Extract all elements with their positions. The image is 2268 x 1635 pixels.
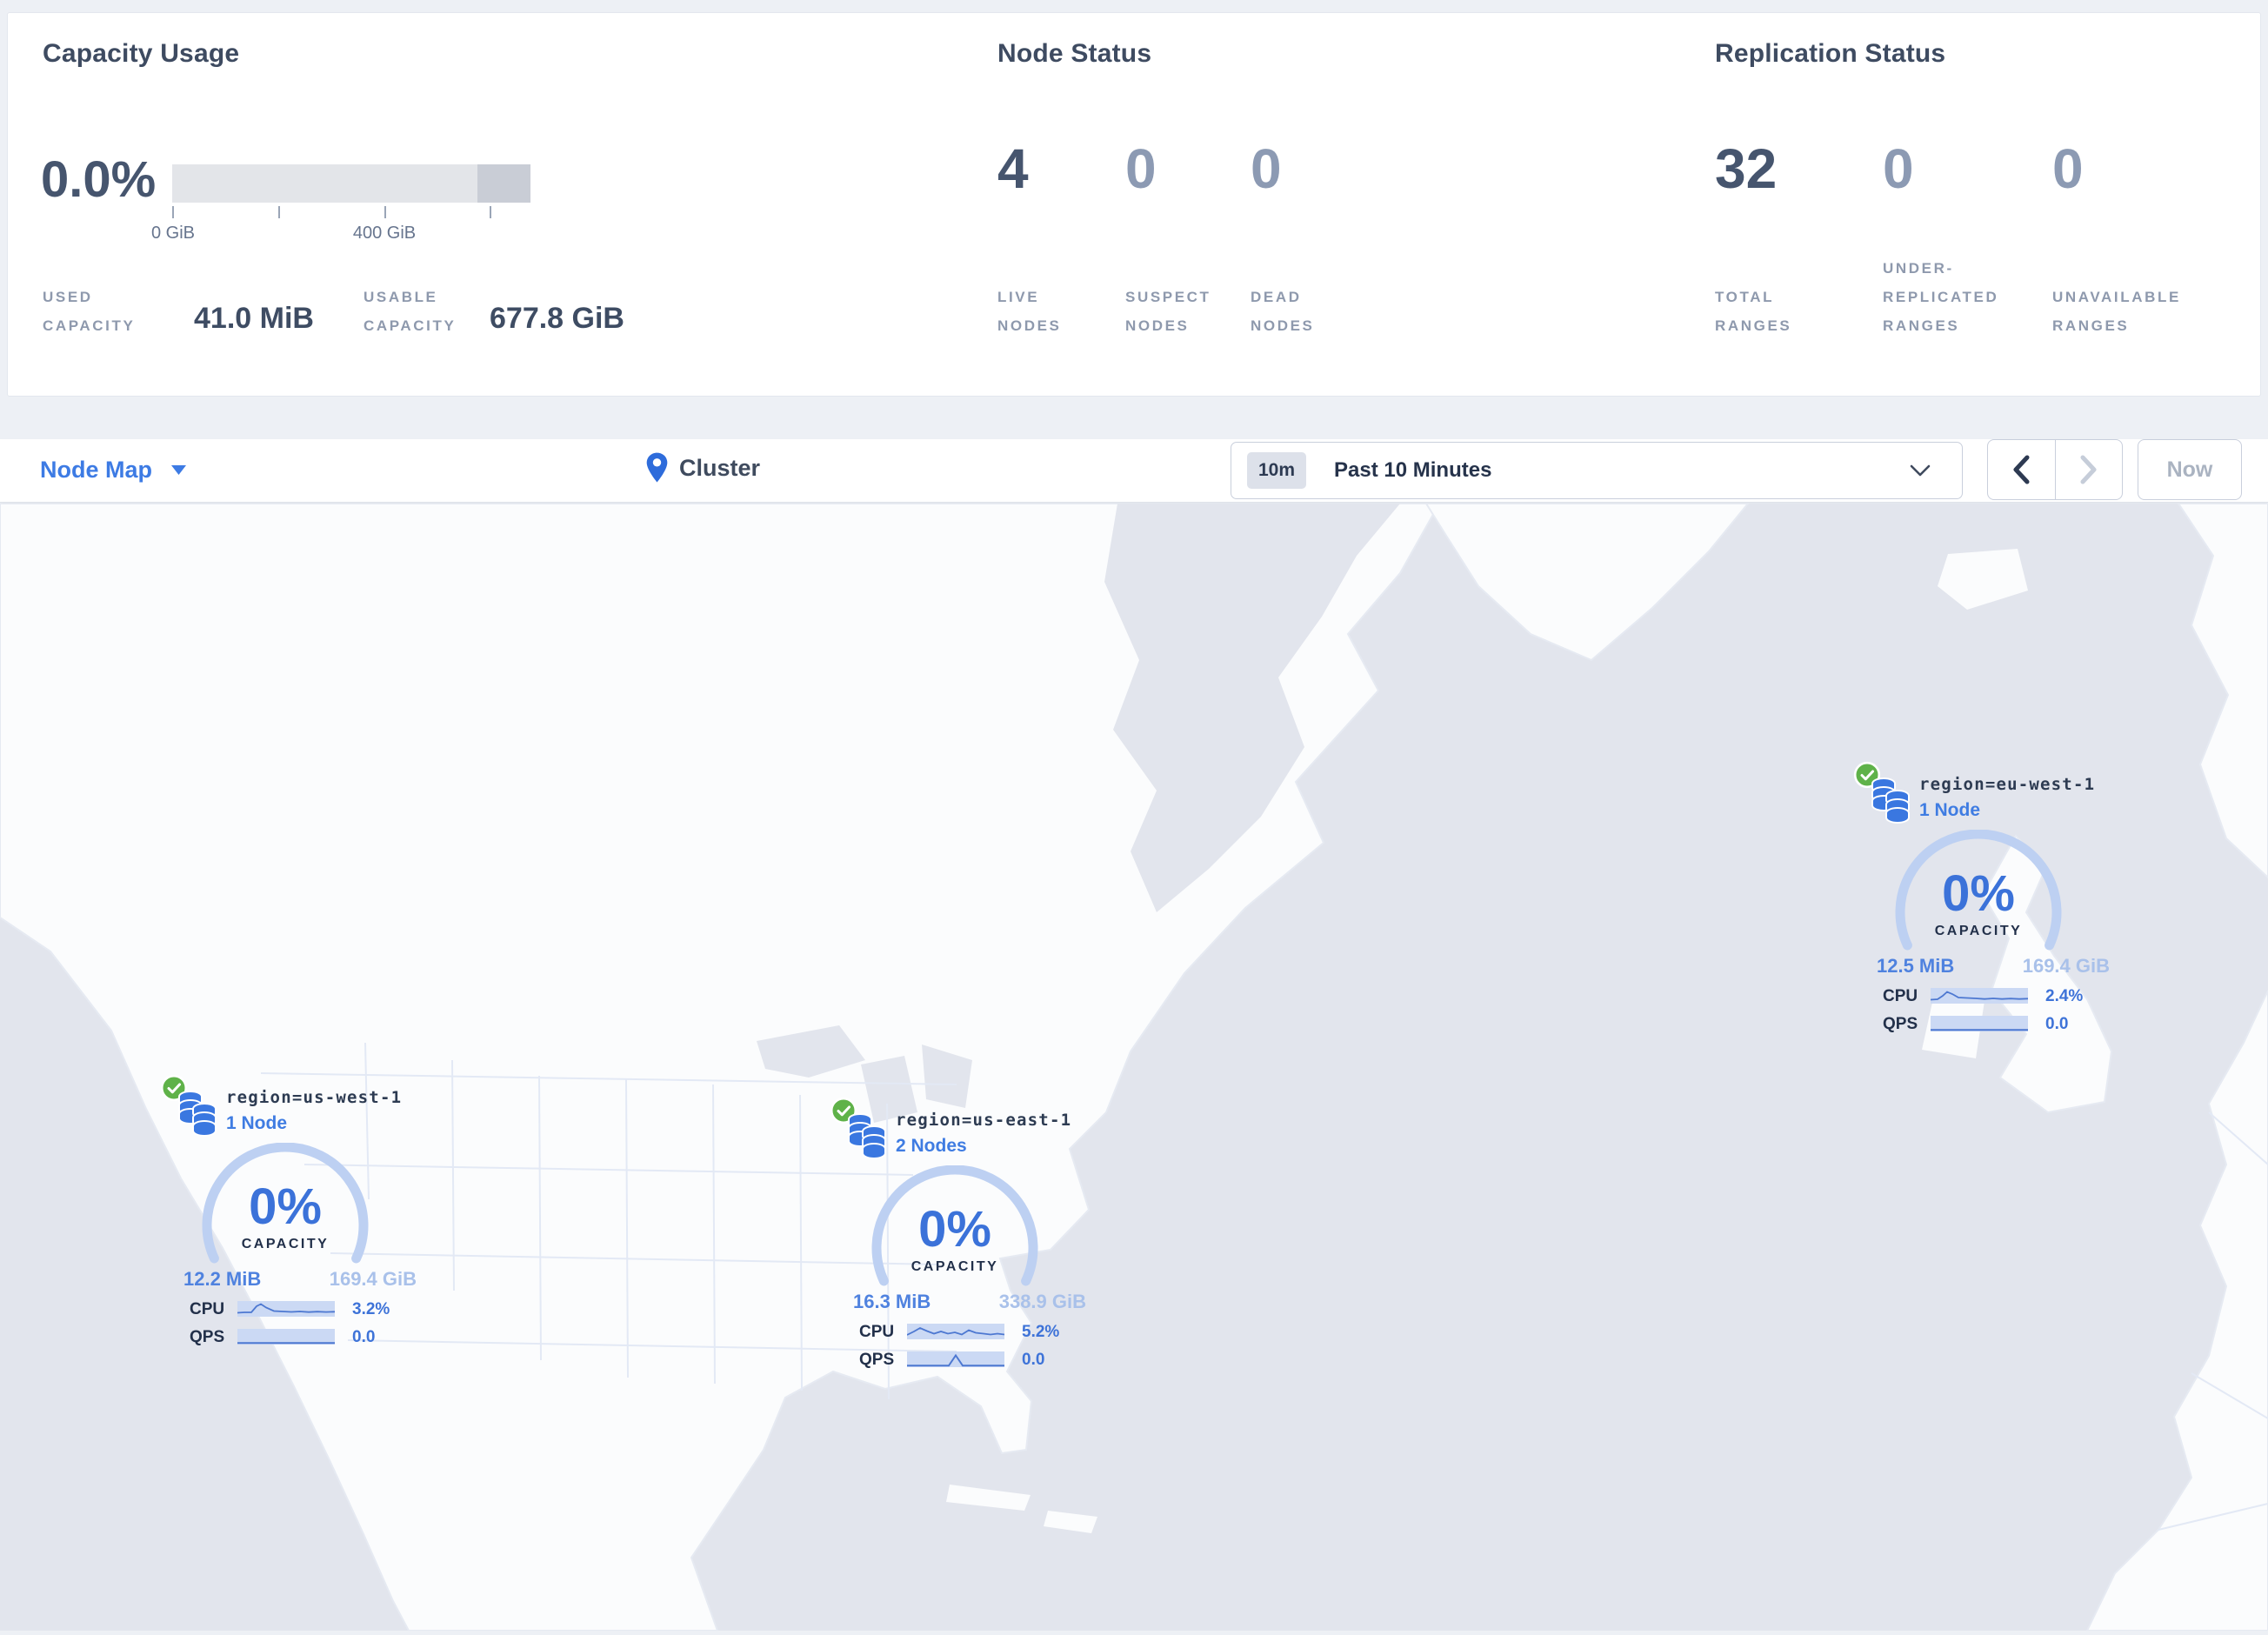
- capacity-axis-tick: [278, 206, 280, 218]
- view-selector-label: Node Map: [40, 457, 153, 483]
- marker-used-capacity: 12.2 MiB: [183, 1268, 262, 1290]
- capacity-axis-tick: [490, 206, 491, 218]
- qps-sparkline: [237, 1329, 335, 1345]
- database-stack-icon: [1871, 777, 1910, 824]
- view-selector-node-map[interactable]: Node Map: [40, 457, 187, 484]
- cpu-value: 2.4%: [2045, 987, 2084, 1005]
- chevron-down-icon: [1910, 464, 1931, 477]
- unavailable-ranges-label: UNAVAILABLE RANGES: [2052, 289, 2181, 334]
- capacity-usage-title: Capacity Usage: [43, 39, 240, 68]
- total-ranges-label: TOTAL RANGES: [1715, 289, 1792, 334]
- map-toolbar: Node Map Cluster 10m Past 10 Minutes Now: [0, 439, 2268, 503]
- region-marker-us-east-1[interactable]: region=us-east-1 2 Nodes 0% CAPACITY 16.…: [816, 1095, 1094, 1391]
- marker-region-label: region=us-west-1: [226, 1088, 403, 1107]
- time-step-buttons: [1987, 439, 2123, 500]
- cpu-sparkline: [907, 1324, 1004, 1339]
- capacity-gauge: 0% CAPACITY: [198, 1142, 372, 1269]
- marker-node-count: 2 Nodes: [896, 1136, 967, 1156]
- unavailable-ranges-count: 0: [2052, 137, 2084, 200]
- qps-value: 0.0: [2045, 1015, 2069, 1033]
- cpu-label: CPU: [1883, 987, 1918, 1005]
- marker-region-label: region=us-east-1: [896, 1111, 1072, 1130]
- dead-nodes-label: DEAD NODES: [1251, 289, 1315, 334]
- capacity-usage-bar-reserved: [477, 164, 530, 203]
- world-map-graphic: [0, 503, 2268, 1632]
- capacity-gauge-label: CAPACITY: [911, 1259, 999, 1274]
- capacity-usage-percent: 0.0%: [41, 151, 157, 208]
- region-marker-us-west-1[interactable]: region=us-west-1 1 Node 0% CAPACITY 12.2…: [146, 1072, 424, 1368]
- qps-label: QPS: [190, 1328, 225, 1346]
- qps-label: QPS: [1883, 1015, 1918, 1033]
- total-ranges-count: 32: [1715, 137, 1778, 200]
- usable-capacity-label: USABLE CAPACITY: [364, 289, 457, 334]
- capacity-gauge-percent: 0%: [1942, 865, 2015, 922]
- under-replicated-ranges-label: UNDER-REPLICATED RANGES: [1883, 260, 1999, 334]
- database-stack-icon: [848, 1113, 886, 1159]
- capacity-axis-label: 400 GiB: [352, 224, 417, 243]
- cpu-value: 3.2%: [352, 1300, 390, 1318]
- node-map[interactable]: region=us-west-1 1 Node 0% CAPACITY 12.2…: [0, 503, 2268, 1632]
- qps-value: 0.0: [1022, 1351, 1045, 1369]
- cpu-label: CPU: [190, 1300, 225, 1318]
- qps-sparkline: [1931, 1016, 2028, 1031]
- capacity-axis-tick: [172, 206, 174, 218]
- cpu-label: CPU: [859, 1323, 895, 1341]
- cpu-value: 5.2%: [1022, 1323, 1060, 1341]
- chevron-right-icon: [2080, 455, 2097, 484]
- time-step-back-button[interactable]: [1988, 440, 2056, 499]
- suspect-nodes-label: SUSPECT NODES: [1125, 289, 1211, 334]
- marker-used-capacity: 16.3 MiB: [853, 1291, 931, 1312]
- capacity-axis-tick: [384, 206, 386, 218]
- database-stack-icon: [178, 1091, 217, 1137]
- capacity-gauge: 0% CAPACITY: [868, 1165, 1042, 1291]
- suspect-nodes-count: 0: [1125, 137, 1157, 200]
- qps-sparkline: [907, 1351, 1004, 1367]
- qps-label: QPS: [859, 1351, 895, 1369]
- marker-total-capacity: 338.9 GiB: [998, 1291, 1086, 1312]
- breadcrumb-cluster[interactable]: Cluster: [645, 451, 760, 484]
- now-button[interactable]: Now: [2138, 439, 2242, 500]
- usable-capacity-value: 677.8 GiB: [490, 302, 624, 335]
- capacity-usage-bar: [172, 164, 530, 203]
- cpu-sparkline: [237, 1301, 335, 1317]
- live-nodes-count: 4: [997, 137, 1029, 200]
- chevron-left-icon: [2013, 455, 2030, 484]
- capacity-gauge-percent: 0%: [918, 1201, 991, 1258]
- node-status-title: Node Status: [997, 39, 1152, 68]
- used-capacity-value: 41.0 MiB: [194, 302, 314, 335]
- used-capacity-label: USED CAPACITY: [43, 289, 136, 334]
- capacity-gauge: 0% CAPACITY: [1891, 829, 2065, 956]
- under-replicated-ranges-count: 0: [1883, 137, 1914, 200]
- dead-nodes-count: 0: [1251, 137, 1282, 200]
- marker-total-capacity: 169.4 GiB: [2022, 955, 2110, 977]
- marker-node-count: 1 Node: [1919, 800, 1981, 820]
- breadcrumb-label: Cluster: [679, 454, 761, 481]
- marker-region-label: region=eu-west-1: [1919, 775, 2096, 794]
- live-nodes-label: LIVE NODES: [997, 289, 1062, 334]
- triangle-down-icon: [171, 464, 187, 475]
- marker-total-capacity: 169.4 GiB: [329, 1268, 417, 1290]
- capacity-gauge-percent: 0%: [249, 1178, 322, 1235]
- capacity-gauge-label: CAPACITY: [241, 1237, 330, 1251]
- time-step-forward-button[interactable]: [2056, 440, 2123, 499]
- marker-node-count: 1 Node: [226, 1113, 288, 1133]
- cluster-summary-card: Capacity Usage 0.0% 0 GiB 400 GiB USED C…: [7, 12, 2261, 397]
- marker-used-capacity: 12.5 MiB: [1877, 955, 1955, 977]
- qps-value: 0.0: [352, 1328, 376, 1346]
- replication-status-title: Replication Status: [1715, 39, 1946, 68]
- capacity-gauge-label: CAPACITY: [1934, 924, 2023, 938]
- cpu-sparkline: [1931, 988, 2028, 1004]
- capacity-axis-label: 0 GiB: [150, 224, 196, 243]
- map-pin-icon: [646, 452, 668, 483]
- region-marker-eu-west-1[interactable]: region=eu-west-1 1 Node 0% CAPACITY 12.5…: [1839, 759, 2118, 1055]
- time-window-dropdown[interactable]: 10m Past 10 Minutes: [1231, 442, 1963, 499]
- time-window-value: Past 10 Minutes: [1334, 458, 1492, 482]
- time-window-badge: 10m: [1247, 452, 1307, 489]
